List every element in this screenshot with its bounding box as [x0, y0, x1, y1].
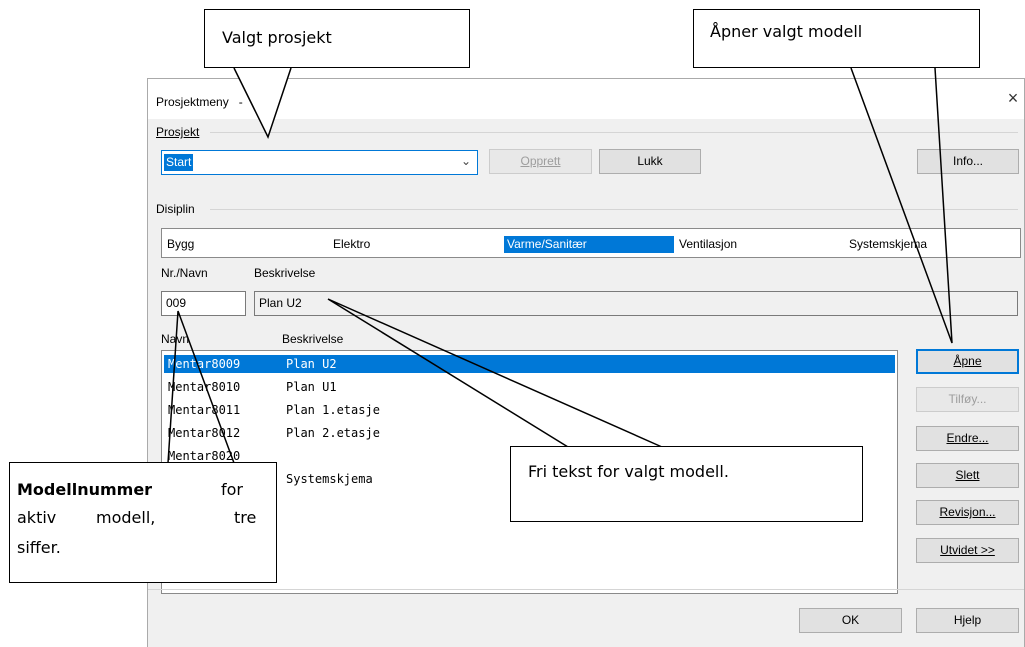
ok-button[interactable]: OK: [799, 608, 902, 633]
disiplin-item-systemskjema[interactable]: Systemskjema: [846, 236, 930, 253]
callout-modellnummer-l2a: aktiv: [17, 508, 57, 527]
info-button[interactable]: Info...: [917, 149, 1019, 174]
list-item-beskrivelse: Systemskjema: [286, 472, 373, 486]
revisjon-button[interactable]: Revisjon...: [916, 500, 1019, 525]
list-item-beskrivelse: Plan U1: [286, 380, 337, 394]
revisjon-button-label: Revisjon...: [939, 505, 996, 519]
list-item[interactable]: Mentar8010 Plan U1: [164, 378, 895, 396]
tilfoy-button-label: Tilføy...: [948, 392, 987, 406]
title-bar: Prosjektmeny - Start ×: [148, 79, 1024, 119]
callout-modellnummer-bold: Modellnummer: [17, 480, 153, 499]
disiplin-item-bygg[interactable]: Bygg: [164, 236, 197, 253]
callout-apner: Åpner valgt modell: [693, 9, 980, 68]
endre-button-label: Endre...: [946, 431, 989, 445]
list-item-beskrivelse: Plan 1.etasje: [286, 403, 380, 417]
beskrivelse-label: Beskrivelse: [254, 266, 316, 280]
callout-modellnummer-l1: for: [221, 480, 243, 499]
callout-modellnummer-l2b: modell,: [96, 508, 156, 527]
callout-valgt-prosjekt: Valgt prosjekt: [204, 9, 470, 68]
callout-fritekst: Fri tekst for valgt modell.: [510, 446, 863, 522]
list-item-beskrivelse: Plan U2: [286, 357, 337, 371]
callout-modellnummer-l3: siffer.: [17, 538, 61, 557]
slett-button[interactable]: Slett: [916, 463, 1019, 488]
apne-button[interactable]: Åpne: [916, 349, 1019, 374]
model-description-field[interactable]: Plan U2: [254, 291, 1018, 316]
ok-button-label: OK: [841, 613, 860, 627]
prosjekt-group-label: Prosjekt: [156, 125, 200, 139]
opprett-button-label: Opprett: [520, 154, 561, 168]
endre-button[interactable]: Endre...: [916, 426, 1019, 451]
hjelp-button[interactable]: Hjelp: [916, 608, 1019, 633]
lukk-button[interactable]: Lukk: [599, 149, 701, 174]
disiplin-item-elektro[interactable]: Elektro: [330, 236, 373, 253]
utvidet-button-label: Utvidet >>: [940, 543, 995, 557]
list-item-beskrivelse: Plan 2.etasje: [286, 426, 380, 440]
close-icon[interactable]: ×: [1002, 87, 1024, 109]
tilfoy-button[interactable]: Tilføy...: [916, 387, 1019, 412]
callout-modellnummer-l2c: tre: [234, 508, 257, 527]
footer-divider: [148, 589, 1024, 590]
model-number-field[interactable]: 009: [161, 291, 246, 316]
callout-apner-text: Åpner valgt modell: [710, 22, 863, 41]
opprett-button[interactable]: Opprett: [489, 149, 592, 174]
callout-fritekst-text: Fri tekst for valgt modell.: [528, 462, 729, 481]
disiplin-group-label: Disiplin: [156, 202, 195, 216]
window-title: Prosjektmeny - Start: [156, 95, 279, 109]
nr-navn-label: Nr./Navn: [161, 266, 208, 280]
callout-modellnummer: Modellnummer for aktiv modell, tre siffe…: [9, 462, 277, 583]
list-item-navn: Mentar8010: [168, 380, 241, 394]
utvidet-button[interactable]: Utvidet >>: [916, 538, 1019, 563]
disiplin-item-ventilasjon[interactable]: Ventilasjon: [676, 236, 740, 253]
list-item-navn: Mentar8009: [168, 357, 241, 371]
prosjekt-group-divider: [210, 132, 1018, 133]
list-item[interactable]: Mentar8012 Plan 2.etasje: [164, 424, 895, 442]
disiplin-list: Bygg Elektro Varme/Sanitær Ventilasjon S…: [161, 228, 1021, 258]
callout-valgt-prosjekt-text: Valgt prosjekt: [222, 28, 332, 47]
disiplin-item-varme-sanitaer[interactable]: Varme/Sanitær: [504, 236, 674, 253]
lukk-button-label: Lukk: [637, 154, 663, 168]
disiplin-group-divider: [210, 209, 1018, 210]
prosjekt-selected-value: Start: [164, 154, 194, 171]
hjelp-button-label: Hjelp: [953, 613, 982, 627]
list-header-navn[interactable]: Navn: [161, 332, 189, 346]
slett-button-label: Slett: [955, 468, 980, 482]
chevron-down-icon[interactable]: ⌄: [461, 154, 471, 168]
list-header-beskrivelse[interactable]: Beskrivelse: [282, 332, 343, 346]
info-button-label: Info...: [952, 154, 984, 168]
list-item[interactable]: Mentar8011 Plan 1.etasje: [164, 401, 895, 419]
apne-button-label: Åpne: [953, 354, 982, 368]
list-item-navn: Mentar8011: [168, 403, 241, 417]
prosjekt-select[interactable]: Start ⌄: [161, 150, 478, 175]
prosjektmeny-dialog: Prosjektmeny - Start × Prosjekt Start ⌄ …: [147, 78, 1025, 647]
list-item-navn: Mentar8012: [168, 426, 241, 440]
list-item[interactable]: Mentar8009 Plan U2: [164, 355, 895, 373]
